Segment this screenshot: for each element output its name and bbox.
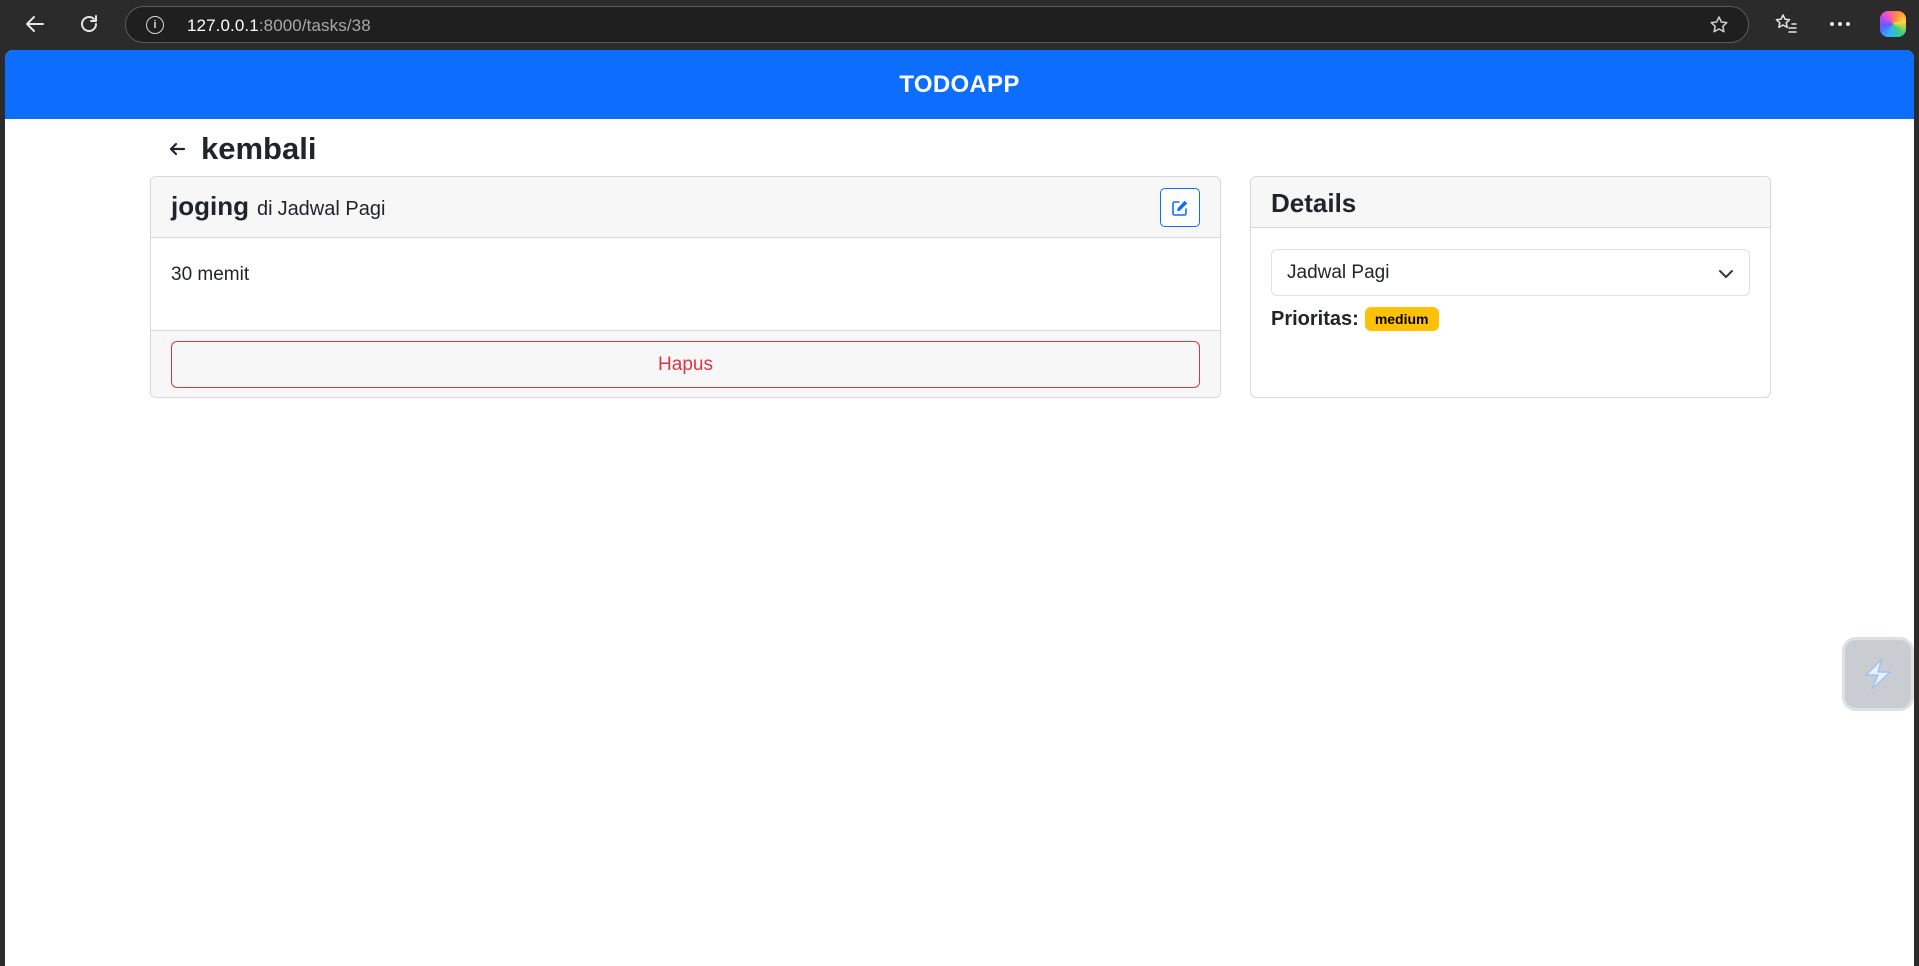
info-icon[interactable]: i (146, 16, 164, 34)
floating-assistant-icon[interactable] (1842, 637, 1914, 711)
page-viewport: TODOAPP kembali joging di Jadwal Pagi 30… (5, 50, 1914, 966)
reload-icon[interactable] (73, 8, 105, 40)
details-title: Details (1271, 188, 1357, 218)
details-card: Details Jadwal Pagi Prioritas: medium (1250, 176, 1771, 398)
app-navbar: TODOAPP (5, 50, 1914, 119)
details-card-header: Details (1251, 177, 1770, 228)
priority-label: Prioritas: (1271, 307, 1359, 330)
task-card-footer: Hapus (151, 330, 1220, 397)
copilot-icon[interactable] (1880, 11, 1906, 37)
favorite-star-icon[interactable] (1708, 14, 1730, 36)
edit-icon (1172, 200, 1188, 216)
delete-button[interactable]: Hapus (171, 341, 1200, 388)
brand-title[interactable]: TODOAPP (899, 71, 1019, 99)
priority-row: Prioritas: medium (1271, 307, 1439, 331)
task-title: joging di Jadwal Pagi (171, 191, 385, 222)
task-card: joging di Jadwal Pagi 30 memit Hapus (150, 176, 1221, 398)
back-link[interactable]: kembali (165, 130, 316, 168)
url-text: 127.0.0.1:8000/tasks/38 (187, 16, 371, 35)
list-select-value: Jadwal Pagi (1287, 262, 1390, 283)
chevron-down-icon (1719, 270, 1733, 278)
edit-button[interactable] (1160, 188, 1200, 227)
task-card-body: 30 memit (151, 238, 1220, 330)
task-name: joging (171, 191, 249, 221)
browser-toolbar: i 127.0.0.1:8000/tasks/38 (0, 0, 1919, 48)
back-label[interactable]: kembali (201, 131, 316, 167)
task-list-name: Jadwal Pagi (277, 198, 386, 220)
back-icon[interactable] (19, 8, 51, 40)
task-description: 30 memit (171, 264, 250, 285)
list-select[interactable]: Jadwal Pagi (1271, 249, 1750, 296)
task-card-header: joging di Jadwal Pagi (151, 177, 1220, 238)
address-bar[interactable]: i 127.0.0.1:8000/tasks/38 (125, 6, 1749, 43)
task-list-separator: di (256, 198, 273, 220)
priority-badge: medium (1364, 307, 1439, 331)
more-options-icon[interactable] (1824, 8, 1856, 40)
favorites-icon[interactable] (1770, 8, 1802, 40)
arrow-left-icon (165, 137, 189, 161)
